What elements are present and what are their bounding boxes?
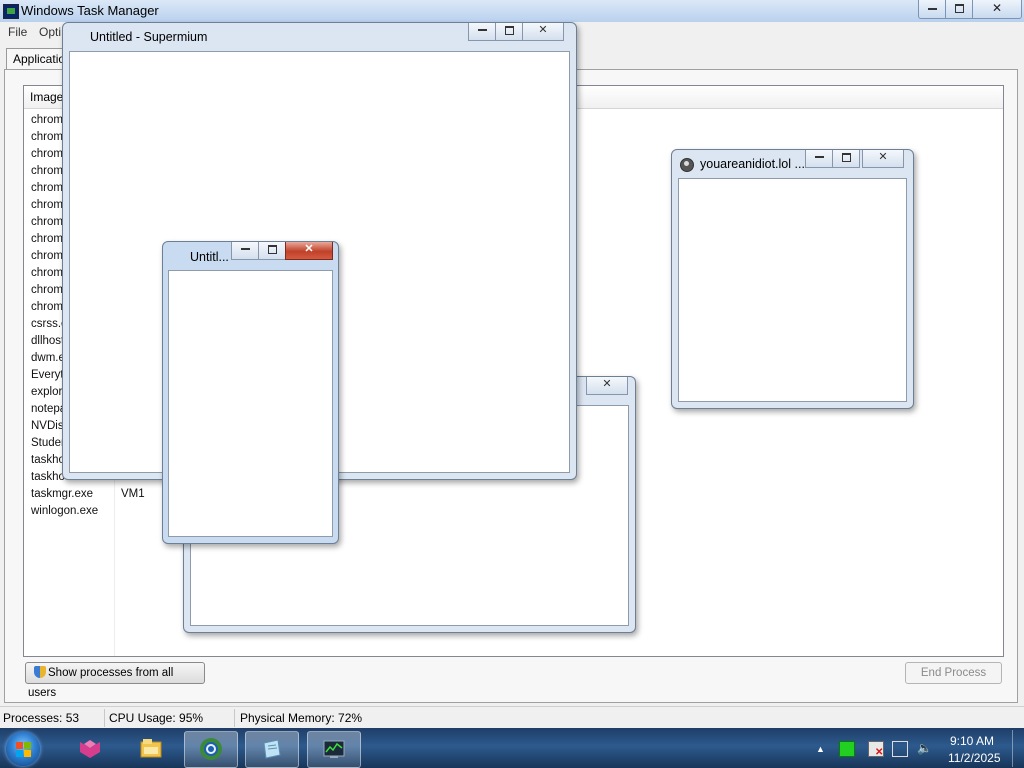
taskmgr-titlebar[interactable]: Windows Task Manager ✕: [0, 0, 1024, 22]
clock-time[interactable]: 9:10 AM: [950, 734, 994, 748]
windows-logo-icon: [16, 742, 23, 749]
process-row[interactable]: Everyt: [31, 369, 64, 386]
window-content: [678, 178, 907, 402]
process-name: winlogon.exe: [31, 505, 99, 517]
show-desktop-button[interactable]: [1012, 730, 1024, 767]
windows-logo-icon: [24, 742, 31, 749]
file-explorer-icon: [140, 739, 162, 758]
maximize-button[interactable]: [832, 150, 860, 168]
show-hidden-icons-button[interactable]: ▲: [816, 744, 825, 754]
process-name: taskho: [31, 471, 65, 483]
network-icon[interactable]: [892, 741, 908, 757]
process-row[interactable]: taskho: [31, 454, 65, 471]
menu-options[interactable]: Opti: [39, 25, 61, 39]
paint-app-icon: [80, 740, 100, 758]
action-center-flag-icon[interactable]: ✕: [868, 741, 884, 758]
minimize-icon: [477, 29, 487, 32]
status-cpu: CPU Usage: 95%: [109, 711, 204, 725]
maximize-icon: [841, 152, 851, 162]
maximize-button[interactable]: [258, 242, 286, 260]
status-divider: [104, 709, 105, 727]
process-name: dwm.e: [31, 352, 65, 364]
minimize-icon: [240, 248, 250, 251]
taskbar-notepad[interactable]: [245, 731, 299, 768]
process-name: taskho: [31, 454, 65, 466]
process-row[interactable]: dwm.e: [31, 352, 65, 369]
window-title: youareanidiot.lol ...: [700, 157, 805, 171]
close-button[interactable]: ✕: [862, 150, 904, 168]
process-row[interactable]: winlogon.exe: [31, 505, 98, 522]
status-processes: Processes: 53: [3, 711, 80, 725]
taskbar-supermium[interactable]: [184, 731, 238, 768]
notepad-icon: [263, 739, 281, 759]
minimize-icon: [814, 156, 824, 159]
taskbar-paint[interactable]: [64, 731, 116, 766]
supermium-browser-icon: [200, 738, 222, 760]
process-name: Everyt: [31, 369, 64, 381]
column-image-name[interactable]: Image: [30, 90, 63, 104]
window-title: Untitled - Supermium: [90, 30, 208, 44]
window-content: [168, 270, 333, 537]
small-popup-window[interactable]: Untitl... ✕: [162, 241, 339, 544]
speaker-icon: 🔈: [917, 741, 932, 755]
maximize-button[interactable]: [945, 0, 973, 19]
chevron-up-icon: ▲: [816, 744, 825, 754]
minimize-icon: [927, 7, 937, 10]
process-user: VM1: [121, 488, 145, 500]
process-name: taskmgr.exe: [31, 488, 93, 500]
close-icon: ✕: [538, 24, 548, 36]
process-name: notepa: [31, 403, 67, 415]
taskbar-explorer[interactable]: [125, 731, 177, 766]
error-x-icon: ✕: [875, 747, 884, 758]
process-row[interactable]: notepa: [31, 403, 66, 420]
start-button[interactable]: [6, 732, 40, 766]
minimize-button[interactable]: [918, 0, 946, 19]
end-process-button[interactable]: End Process: [905, 662, 1002, 684]
process-name: explor: [31, 386, 63, 398]
close-button[interactable]: ✕: [586, 377, 628, 395]
close-icon: ✕: [602, 378, 612, 390]
show-all-users-button[interactable]: Show processes from all users: [25, 662, 205, 699]
close-button[interactable]: ✕: [972, 0, 1022, 19]
taskmgr-icon: [3, 4, 19, 19]
windows-logo-icon: [16, 750, 23, 757]
status-bar: Processes: 53 CPU Usage: 95% Physical Me…: [0, 706, 1024, 729]
process-name: dllhost: [31, 335, 65, 347]
process-row[interactable]: dllhost: [31, 335, 64, 352]
uac-shield-icon: [34, 666, 46, 678]
maximize-icon: [267, 244, 277, 254]
task-manager-icon: [323, 740, 345, 758]
maximize-icon: [954, 4, 964, 14]
taskmgr-title: Windows Task Manager: [21, 3, 159, 18]
close-icon: ✕: [878, 151, 888, 163]
close-button[interactable]: ✕: [522, 23, 564, 41]
minimize-button[interactable]: [468, 23, 496, 41]
taskbar-task-manager[interactable]: [307, 731, 361, 768]
maximize-button[interactable]: [495, 23, 523, 41]
windows-logo-icon: [24, 750, 31, 757]
close-icon: ✕: [304, 243, 314, 255]
globe-icon: [680, 158, 694, 172]
status-memory: Physical Memory: 72%: [240, 711, 363, 725]
maximize-icon: [504, 25, 514, 35]
minimize-button[interactable]: [805, 150, 833, 168]
clock-date[interactable]: 11/2/2025: [948, 751, 1001, 765]
process-row[interactable]: taskmgr.exe VM1: [31, 488, 145, 505]
youareanidiot-window[interactable]: youareanidiot.lol ... ✕: [671, 149, 914, 409]
security-status-icon[interactable]: [839, 741, 855, 757]
process-row[interactable]: explor: [31, 386, 62, 403]
window-title: Untitl...: [190, 250, 229, 264]
volume-muted-icon[interactable]: 🔈: [917, 741, 932, 755]
process-row[interactable]: taskho: [31, 471, 65, 488]
menu-file[interactable]: File: [8, 25, 27, 39]
close-icon: ✕: [991, 1, 1003, 15]
close-button[interactable]: ✕: [285, 242, 333, 260]
minimize-button[interactable]: [231, 242, 259, 260]
status-divider: [234, 709, 235, 727]
